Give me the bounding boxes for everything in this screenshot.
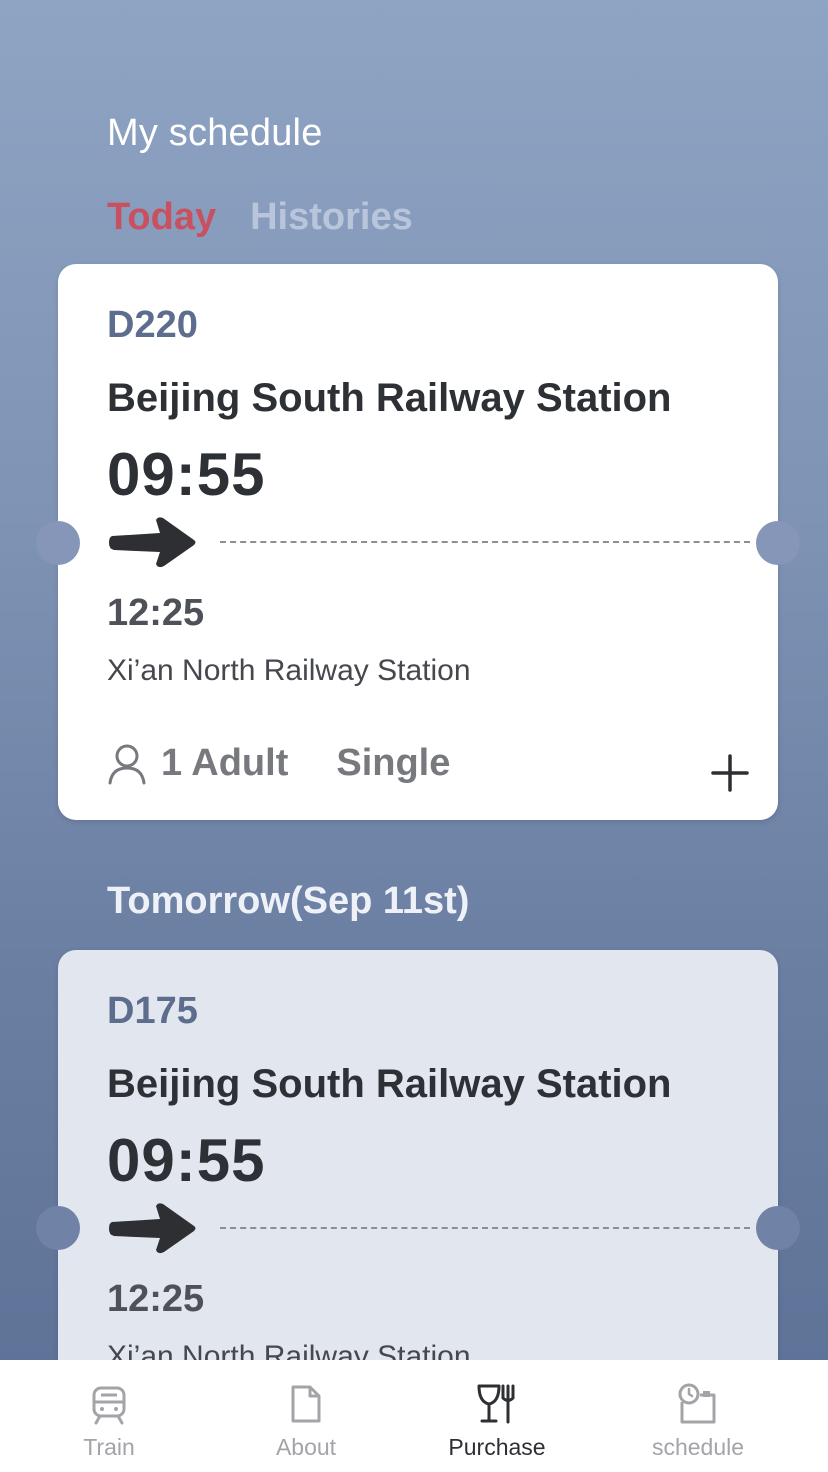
page-title: My schedule xyxy=(107,112,323,154)
tabbar-item-about[interactable]: About xyxy=(264,1360,348,1472)
document-icon xyxy=(291,1385,321,1423)
add-icon[interactable] xyxy=(710,753,750,793)
tabbar-item-purchase[interactable]: Purchase xyxy=(444,1360,550,1472)
tabbar-item-train[interactable]: Train xyxy=(68,1360,150,1472)
route-divider xyxy=(220,1227,750,1229)
arrival-time: 12:25 xyxy=(107,1278,205,1320)
tab-histories[interactable]: Histories xyxy=(250,196,413,239)
tabbar-label: schedule xyxy=(651,1434,745,1460)
trip-type: Single xyxy=(336,742,451,784)
arrival-station: Xi’an North Railway Station xyxy=(107,654,471,687)
ticket-card-tomorrow[interactable]: D175 Beijing South Railway Station 09:55… xyxy=(36,950,800,1390)
departure-time: 09:55 xyxy=(107,441,266,508)
route-divider xyxy=(220,541,750,543)
tomorrow-section-label: Tomorrow(Sep 11st) xyxy=(107,880,470,922)
bottom-tab-bar: Train About Purchase schedule xyxy=(0,1360,828,1472)
train-icon xyxy=(92,1386,126,1425)
departure-station: Beijing South Railway Station xyxy=(107,376,672,420)
arrow-right-icon xyxy=(109,517,196,568)
ticket-notch-right xyxy=(756,1206,800,1250)
passenger-count: 1 Adult xyxy=(161,742,289,784)
ticket-card-today[interactable]: D220 Beijing South Railway Station 09:55… xyxy=(36,264,800,820)
tabbar-label: Train xyxy=(83,1434,135,1460)
tab-today[interactable]: Today xyxy=(107,196,216,239)
ticket-details-row: 1 Adult Single xyxy=(107,742,450,785)
departure-time: 09:55 xyxy=(107,1127,266,1194)
ticket-notch-left xyxy=(36,521,80,565)
train-number: D175 xyxy=(107,990,198,1032)
departure-station: Beijing South Railway Station xyxy=(107,1062,672,1106)
ticket-notch-left xyxy=(36,1206,80,1250)
fork-knife-icon xyxy=(477,1384,515,1424)
tabbar-label: About xyxy=(275,1434,337,1460)
arrival-time: 12:25 xyxy=(107,592,205,634)
tabbar-label: Purchase xyxy=(448,1434,546,1460)
tabbar-item-schedule[interactable]: schedule xyxy=(644,1360,752,1472)
ticket-notch-right xyxy=(756,521,800,565)
person-icon xyxy=(108,744,146,784)
schedule-tabs: Today Histories xyxy=(107,196,413,239)
clock-calendar-icon xyxy=(678,1383,716,1424)
arrow-right-icon xyxy=(109,1203,196,1254)
train-number: D220 xyxy=(107,304,198,346)
